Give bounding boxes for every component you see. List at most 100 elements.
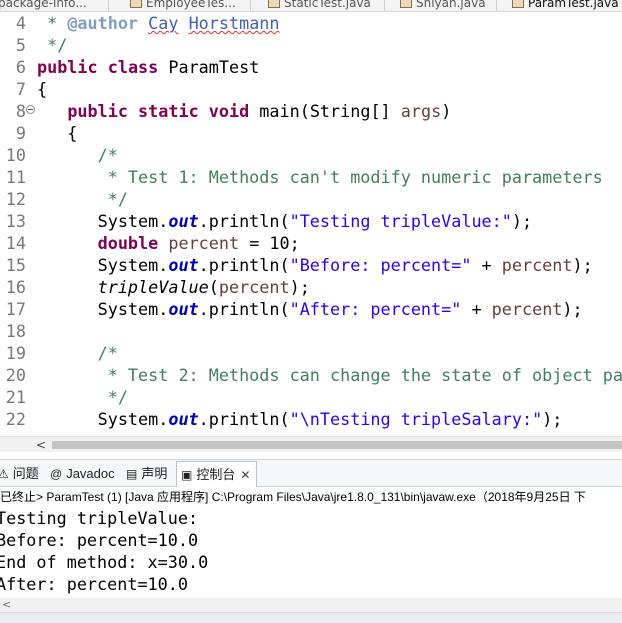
code-token: ); xyxy=(289,277,310,297)
code-token: /* xyxy=(97,343,118,363)
editor-tab-statictest[interactable]: StaticTest.java xyxy=(268,0,371,11)
code-line[interactable]: 15 System.out.println("Before: percent="… xyxy=(0,254,622,276)
code-line[interactable]: 10 /* xyxy=(0,144,622,166)
code-text: * @author Cay Horstmann xyxy=(37,12,279,34)
declaration-icon: ▤ xyxy=(126,467,138,481)
line-number: 6 xyxy=(15,57,26,77)
code-token: */ xyxy=(37,189,128,209)
code-line[interactable]: 14 double percent = 10; xyxy=(0,232,622,254)
tab-divider xyxy=(250,0,251,11)
code-token: out xyxy=(168,211,199,231)
console-line: Before: percent=10.0 xyxy=(0,530,199,550)
tab-console[interactable]: ▣ 控制台 ✕ xyxy=(176,461,258,487)
code-token: = 10; xyxy=(239,233,300,253)
line-number: 4 xyxy=(15,13,26,33)
code-line[interactable]: 11 * Test 1: Methods can't modify numeri… xyxy=(0,166,622,188)
code-line[interactable]: 18 xyxy=(0,320,622,342)
code-text: { xyxy=(37,122,77,144)
fold-collapse-icon[interactable] xyxy=(26,105,35,114)
editor-horizontal-scrollbar[interactable]: < xyxy=(0,436,622,452)
code-line[interactable]: 9 { xyxy=(0,122,622,144)
status-bar xyxy=(0,612,622,623)
code-token: * xyxy=(37,13,68,33)
editor-tab-paramtest[interactable]: ParamTest.java xyxy=(512,0,619,11)
console-horizontal-scrollbar[interactable]: < xyxy=(0,598,622,612)
code-line[interactable]: 22 System.out.println("\nTesting tripleS… xyxy=(0,408,622,430)
line-number: 14 xyxy=(5,233,26,253)
scroll-left-icon[interactable]: < xyxy=(2,598,11,612)
line-number: 7 xyxy=(15,79,26,99)
scrollbar-thumb[interactable] xyxy=(52,441,622,449)
line-number: 22 xyxy=(5,409,26,429)
view-tab-bar: ⚠ 问题 @ Javadoc ▤ 声明 ▣ 控制台 ✕ xyxy=(0,459,622,487)
scroll-left-icon[interactable]: < xyxy=(36,437,46,453)
code-token: public xyxy=(37,57,98,77)
line-number: 20 xyxy=(5,365,26,385)
code-token: "Before: percent=" xyxy=(289,255,472,275)
tab-problems[interactable]: ⚠ 问题 xyxy=(0,464,39,484)
java-file-icon xyxy=(512,0,524,8)
code-token: ParamTest xyxy=(158,57,260,77)
code-line[interactable]: 6 public class ParamTest xyxy=(0,56,622,78)
line-number: 5 xyxy=(15,35,26,55)
code-line[interactable]: 21 */ xyxy=(0,386,622,408)
code-line[interactable]: 7{ xyxy=(0,78,622,100)
code-token: .println( xyxy=(198,299,290,319)
code-text: System.out.println("Before: percent=" + … xyxy=(37,254,593,276)
editor-tab-employeetest[interactable]: EmployeeTes... xyxy=(130,0,236,11)
code-line[interactable]: 4 * @author Cay Horstmann xyxy=(0,12,622,34)
code-token: percent xyxy=(501,255,573,275)
code-line[interactable]: 13 System.out.println("Testing tripleVal… xyxy=(0,210,622,232)
code-token: percent xyxy=(491,299,563,319)
tab-declaration[interactable]: ▤ 声明 xyxy=(126,464,167,484)
code-token: System. xyxy=(37,211,169,231)
code-editor[interactable]: 4 * @author Cay Horstmann 5 */6 public cla… xyxy=(0,12,622,436)
code-line[interactable]: 8 public static void main(String[] args) xyxy=(0,100,622,122)
line-number: 12 xyxy=(5,189,26,209)
editor-tab-strip: package-info... EmployeeTes... StaticTes… xyxy=(0,0,622,12)
code-text: public class ParamTest xyxy=(37,56,259,78)
code-line[interactable]: 12 */ xyxy=(0,188,622,210)
code-line[interactable]: 5 */ xyxy=(0,34,622,56)
code-token: * Test 2: Methods can change the state o… xyxy=(37,365,622,385)
java-file-icon xyxy=(400,0,412,8)
code-token: @author xyxy=(67,13,139,33)
code-token: ); xyxy=(511,211,533,231)
javadoc-icon: @ xyxy=(50,467,63,481)
code-token: percent xyxy=(168,233,240,253)
code-text: { xyxy=(37,78,47,100)
close-icon[interactable]: ✕ xyxy=(240,468,250,482)
code-line[interactable]: 19 /* xyxy=(0,342,622,364)
tab-label: 声明 xyxy=(141,466,168,481)
line-number: 16 xyxy=(5,277,26,297)
code-token: + xyxy=(461,299,492,319)
code-line[interactable]: 20 * Test 2: Methods can change the stat… xyxy=(0,364,622,386)
tab-javadoc[interactable]: @ Javadoc xyxy=(50,464,115,484)
code-token: */ xyxy=(37,35,68,55)
code-token: .println( xyxy=(198,211,290,231)
line-number: 9 xyxy=(15,123,26,143)
code-token: args xyxy=(400,101,442,121)
code-line[interactable]: 17 System.out.println("After: percent=" … xyxy=(0,298,622,320)
code-token: class xyxy=(107,57,159,77)
code-token: void xyxy=(208,101,250,121)
line-number: 13 xyxy=(5,211,26,231)
code-token: ); xyxy=(562,299,583,319)
console-line: Testing tripleValue: xyxy=(0,508,199,528)
line-number: 19 xyxy=(5,343,26,363)
editor-tab-package-info[interactable]: package-info... xyxy=(0,0,87,11)
code-token: * Test 1: Methods can't modify numeric p… xyxy=(37,167,603,187)
code-token: "Testing tripleValue:" xyxy=(289,211,512,231)
console-output[interactable]: Testing tripleValue: Before: percent=10.0… xyxy=(0,507,622,599)
code-token: main(String[] xyxy=(249,101,401,121)
code-line[interactable]: 16 tripleValue(percent); xyxy=(0,276,622,298)
console-status-header: 已终止> ParamTest (1) [Java 应用程序] C:\Progra… xyxy=(0,487,622,507)
editor-tab-shiyan[interactable]: Shiyan.java xyxy=(400,0,486,11)
code-token: System. xyxy=(37,299,169,319)
code-token: out xyxy=(168,299,199,319)
